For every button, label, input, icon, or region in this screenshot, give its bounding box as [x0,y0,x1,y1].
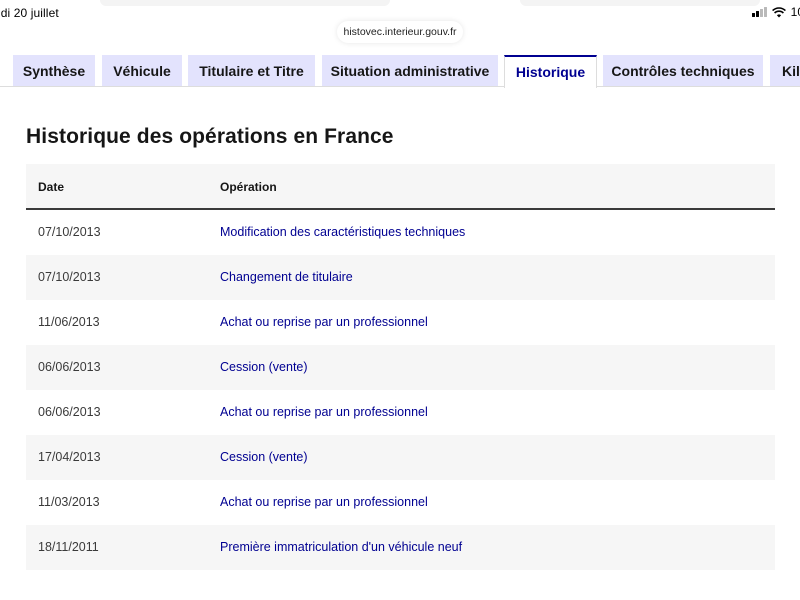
tab-situation-administrative[interactable]: Situation administrative [322,55,498,87]
table-row: 11/03/2013 Achat ou reprise par un profe… [26,480,775,525]
row-date: 07/10/2013 [38,225,101,239]
tab-titulaire-et-titre[interactable]: Titulaire et Titre [188,55,315,87]
table-row: 11/06/2013 Achat ou reprise par un profe… [26,300,775,345]
table-header: Date Opération [26,164,775,210]
row-date: 06/06/2013 [38,360,101,374]
row-operation-link[interactable]: Changement de titulaire [220,270,353,284]
tab-controles-techniques[interactable]: Contrôles techniques [603,55,763,87]
tab-synthese[interactable]: Synthèse [13,55,95,87]
battery-percent: 10 [790,5,800,19]
status-time: ndi 20 juillet [0,6,59,20]
row-operation-link[interactable]: Achat ou reprise par un professionnel [220,405,428,419]
signal-icon [751,7,767,17]
row-operation-link[interactable]: Modification des caractéristiques techni… [220,225,465,239]
table-row: 07/10/2013 Changement de titulaire [26,255,775,300]
column-header-operation: Opération [220,180,277,194]
tab-baseline [0,86,800,87]
status-indicators: 10 [751,5,800,19]
table-row: 06/06/2013 Achat ou reprise par un profe… [26,390,775,435]
row-date: 06/06/2013 [38,405,101,419]
operations-table: Date Opération 07/10/2013 Modification d… [26,164,775,570]
table-row: 17/04/2013 Cession (vente) [26,435,775,480]
tab-kilometrage[interactable]: Kilo [770,55,800,87]
column-header-date: Date [38,180,65,194]
table-row: 18/11/2011 Première immatriculation d'un… [26,525,775,570]
table-row: 06/06/2013 Cession (vente) [26,345,775,390]
row-date: 18/11/2011 [38,540,99,554]
wifi-icon [771,6,786,17]
row-date: 11/06/2013 [38,315,100,329]
row-operation-link[interactable]: Achat ou reprise par un professionnel [220,495,428,509]
row-operation-link[interactable]: Première immatriculation d'un véhicule n… [220,540,462,554]
tab-bar: Synthèse Véhicule Titulaire et Titre Sit… [0,55,800,88]
page-title: Historique des opérations en France [26,125,394,148]
row-date: 17/04/2013 [38,450,101,464]
row-operation-link[interactable]: Achat ou reprise par un professionnel [220,315,428,329]
page: ndi 20 juillet 10 histovec.interieur.gou… [0,0,800,600]
url-bar[interactable]: histovec.interieur.gouv.fr [337,21,463,43]
row-operation-link[interactable]: Cession (vente) [220,450,308,464]
row-operation-link[interactable]: Cession (vente) [220,360,308,374]
status-bar: ndi 20 juillet 10 [0,0,800,22]
row-date: 11/03/2013 [38,495,100,509]
tab-vehicule[interactable]: Véhicule [102,55,182,87]
table-row: 07/10/2013 Modification des caractéristi… [26,210,775,255]
row-date: 07/10/2013 [38,270,101,284]
tab-historique[interactable]: Historique [504,55,597,88]
